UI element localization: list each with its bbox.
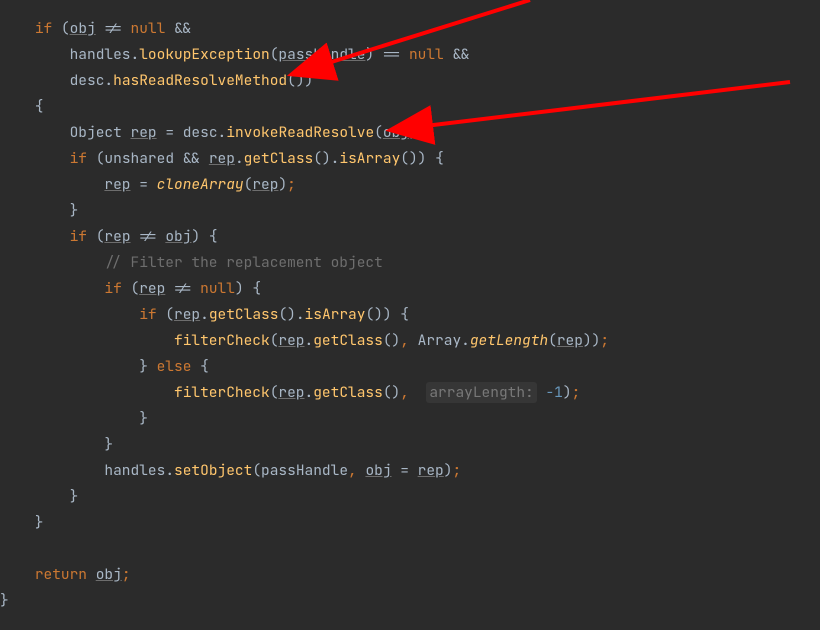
- var-desc: desc: [70, 71, 105, 90]
- code-editor[interactable]: if (obj != null && handles.lookupExcepti…: [0, 0, 820, 614]
- code-line: if (rep != null) {: [0, 279, 261, 298]
- kw-else: else: [157, 357, 192, 376]
- code-line: handles.setObject(passHandle, obj = rep)…: [0, 461, 461, 480]
- code-line: }: [0, 513, 44, 532]
- code-line: filterCheck(rep.getClass(), arrayLength:…: [0, 382, 580, 403]
- code-line: desc.hasReadResolveMethod()): [0, 71, 313, 90]
- m-cloneArray: cloneArray: [157, 175, 244, 194]
- code-line: {: [0, 97, 44, 116]
- code-line: }: [0, 409, 148, 428]
- code-line: filterCheck(rep.getClass(), Array.getLen…: [0, 331, 609, 350]
- inlay-hint: arrayLength:: [426, 382, 536, 403]
- code-line: if (rep != obj) {: [0, 227, 218, 246]
- code-line: // Filter the replacement object: [0, 253, 383, 272]
- comment: // Filter the replacement object: [104, 253, 382, 272]
- var-unshared: unshared: [104, 149, 174, 168]
- code-line: handles.lookupException(passHandle) == n…: [0, 45, 470, 64]
- code-line: [0, 539, 9, 558]
- code-line: rep = cloneArray(rep);: [0, 175, 296, 194]
- m-filterCheck: filterCheck: [174, 331, 270, 350]
- kw-return: return: [35, 565, 87, 584]
- code-line: if (obj != null &&: [0, 19, 191, 38]
- code-line: } else {: [0, 357, 209, 376]
- var-rep: rep: [131, 123, 157, 142]
- code-line: }: [0, 591, 9, 610]
- code-line: if (rep.getClass().isArray()) {: [0, 305, 409, 324]
- code-line: }: [0, 435, 113, 454]
- type-array: Array: [418, 331, 462, 350]
- var-obj: obj: [70, 19, 96, 38]
- var-handles: handles: [70, 45, 131, 64]
- m-invokeReadResolve: invokeReadResolve: [226, 123, 374, 142]
- code-line: return obj;: [0, 565, 131, 584]
- m-hasReadResolveMethod: hasReadResolveMethod: [113, 71, 287, 90]
- m-setObject: setObject: [174, 461, 252, 480]
- code-line: if (unshared && rep.getClass().isArray()…: [0, 149, 444, 168]
- code-line: }: [0, 201, 78, 220]
- kw-if: if: [35, 19, 52, 38]
- type-object: Object: [70, 123, 122, 142]
- code-line: }: [0, 487, 78, 506]
- var-passHandle: passHandle: [278, 45, 365, 64]
- code-line: Object rep = desc.invokeReadResolve(obj)…: [0, 123, 426, 142]
- m-lookupException: lookupException: [139, 45, 270, 64]
- lit-neg1: -1: [545, 383, 562, 402]
- m-getLength: getLength: [470, 331, 548, 350]
